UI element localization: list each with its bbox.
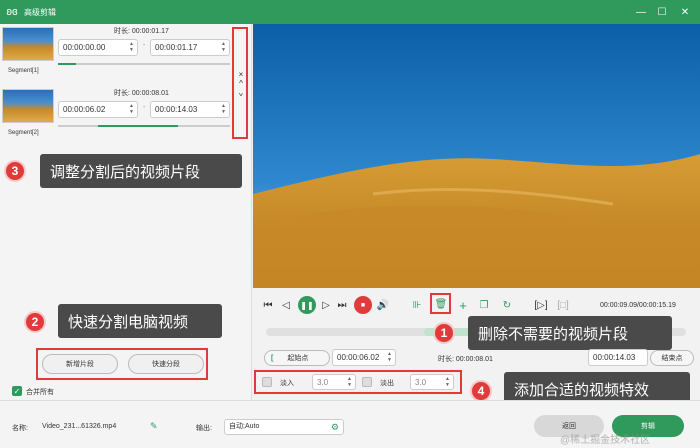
watermark: @稀土掘金技术社区 xyxy=(560,435,651,446)
video-preview[interactable] xyxy=(253,24,700,288)
segment-item-2[interactable]: Segment[2] 时长: 00:00:08.01 00:00:06.02 ▲… xyxy=(0,86,232,144)
mark-icon[interactable]: [□] xyxy=(556,298,570,312)
delete-icon[interactable]: 🗑 xyxy=(434,297,448,311)
new-segment-button[interactable]: 新增片段 xyxy=(42,354,118,374)
fade-out-input[interactable]: 3.0 ▲ ▼ xyxy=(410,374,454,390)
skip-start-icon[interactable]: ⏮ xyxy=(262,298,274,312)
minimize-icon[interactable]: — xyxy=(630,0,652,24)
volume-icon[interactable]: 🔊 xyxy=(376,298,390,312)
segment-duration: 时长: 00:00:08.01 xyxy=(114,90,169,97)
segment-end-input[interactable]: 00:00:14.03 ▲ ▼ xyxy=(150,101,230,118)
edit-name-icon[interactable]: ✎ xyxy=(150,421,158,432)
stepper-icon[interactable]: ▲ ▼ xyxy=(129,103,134,115)
trim-end-input[interactable]: 00:00:14.03 xyxy=(588,349,648,366)
step-back-icon[interactable]: ◁ xyxy=(280,298,292,312)
app-logo-icon: ʚɞ xyxy=(6,6,18,18)
reset-icon[interactable]: ↻ xyxy=(500,298,514,312)
segment-track[interactable] xyxy=(58,63,230,65)
step-forward-icon[interactable]: ▷ xyxy=(320,298,332,312)
fade-out-label: 淡出 xyxy=(380,380,394,387)
stepper-icon[interactable]: ▲ ▼ xyxy=(347,376,352,388)
segment-controls: × ^ ^ xyxy=(234,28,248,138)
merge-all-label: 合并所有 xyxy=(26,389,54,396)
fade-in-input[interactable]: 3.0 ▲ ▼ xyxy=(312,374,356,390)
segment-panel: Segment[1] 时长: 00:00:01.17 00:00:00.00 ▲… xyxy=(0,24,252,400)
annotation-callout-1: 删除不需要的视频片段 xyxy=(468,316,672,350)
fade-in-label: 淡入 xyxy=(280,380,294,387)
close-segment-icon[interactable]: × xyxy=(239,70,244,79)
quick-split-button[interactable]: 快速分段 xyxy=(128,354,204,374)
stop-button[interactable]: ■ xyxy=(354,296,372,314)
copy-icon[interactable]: ❐ xyxy=(477,298,491,312)
stepper-icon[interactable]: ▲ ▼ xyxy=(387,351,392,363)
playback-time: 00:00:09.09/00:00:15.19 xyxy=(600,302,676,309)
annotation-badge-2: 2 xyxy=(24,311,46,333)
stepper-icon[interactable]: ▲ ▼ xyxy=(221,41,226,53)
gear-icon[interactable]: ⚙ xyxy=(331,420,339,434)
annotation-callout-3: 调整分割后的视频片段 xyxy=(40,154,242,188)
segment-thumbnail xyxy=(2,27,54,61)
segment-start-input[interactable]: 00:00:00.00 ▲ ▼ xyxy=(58,39,138,56)
split-icon[interactable]: ⊪ xyxy=(410,298,424,312)
maximize-icon[interactable]: ☐ xyxy=(651,0,673,24)
pause-button[interactable]: ❚❚ xyxy=(298,296,316,314)
play-segment-icon[interactable]: [▷] xyxy=(534,298,548,312)
annotation-badge-1: 1 xyxy=(433,322,455,344)
annotation-callout-2: 快速分割电脑视频 xyxy=(58,304,222,338)
window-title: 高级剪辑 xyxy=(24,7,56,17)
stepper-icon[interactable]: ▲ ▼ xyxy=(221,103,226,115)
segment-duration: 时长: 00:00:01.17 xyxy=(114,28,169,35)
segment-track[interactable] xyxy=(58,125,230,127)
output-label: 输出: xyxy=(196,425,212,432)
title-bar: ʚɞ 高级剪辑 — ☐ ✕ xyxy=(0,0,700,24)
move-up-icon[interactable]: ^ xyxy=(239,79,243,88)
bracket-icon: [ xyxy=(271,354,274,362)
file-name: Video_231...61326.mp4 xyxy=(42,423,117,430)
video-frame xyxy=(253,24,700,288)
stepper-icon[interactable]: ▲ ▼ xyxy=(129,41,134,53)
footer-bar: 名称: Video_231...61326.mp4 ✎ 输出: 自动;Auto … xyxy=(0,400,700,448)
set-start-button[interactable]: [ 起始点 xyxy=(264,350,330,366)
merge-all-checkbox[interactable]: ✓ xyxy=(12,386,22,396)
close-icon[interactable]: ✕ xyxy=(674,0,696,24)
trim-start-input[interactable]: 00:00:06.02 ▲ ▼ xyxy=(332,349,396,366)
output-select[interactable]: 自动;Auto ⚙ xyxy=(224,419,344,435)
add-icon[interactable]: + xyxy=(456,298,470,313)
segment-end-input[interactable]: 00:00:01.17 ▲ ▼ xyxy=(150,39,230,56)
name-label: 名称: xyxy=(12,425,28,432)
move-down-icon[interactable]: ^ xyxy=(239,88,243,97)
annotation-badge-4: 4 xyxy=(470,380,492,402)
segment-label: Segment[1] xyxy=(8,68,39,74)
set-end-button[interactable]: 结束点 xyxy=(650,350,694,366)
segment-label: Segment[2] xyxy=(8,130,39,136)
annotation-badge-3: 3 xyxy=(4,160,26,182)
skip-end-icon[interactable]: ⏭ xyxy=(336,298,348,312)
segment-start-input[interactable]: 00:00:06.02 ▲ ▼ xyxy=(58,101,138,118)
trim-duration: 时长: 00:00:08.01 xyxy=(438,356,493,363)
fade-in-checkbox[interactable] xyxy=(262,377,272,387)
fade-out-checkbox[interactable] xyxy=(362,377,372,387)
segment-thumbnail xyxy=(2,89,54,123)
stepper-icon[interactable]: ▲ ▼ xyxy=(445,376,450,388)
segment-item-1[interactable]: Segment[1] 时长: 00:00:01.17 00:00:00.00 ▲… xyxy=(0,24,232,82)
